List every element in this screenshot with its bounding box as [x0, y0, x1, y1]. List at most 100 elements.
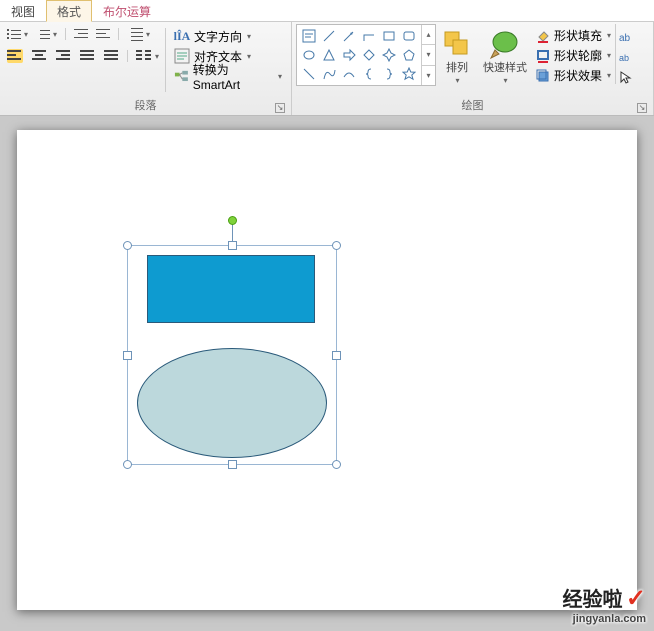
shape-arrow[interactable] — [339, 27, 358, 45]
shape-fill-button[interactable]: 形状填充 ▾ — [534, 26, 613, 45]
convert-smartart-label: 转换为 SmartArt — [193, 61, 273, 92]
shape-freeform[interactable] — [339, 65, 358, 83]
align-right-icon — [55, 49, 71, 63]
group-title-paragraph: 段落 ↘ — [4, 96, 287, 115]
shape-curve[interactable] — [319, 65, 338, 83]
shape-textbox[interactable] — [299, 27, 318, 45]
find-icon[interactable]: ab — [618, 30, 632, 44]
group-drawing: ▴ ▾ ▾ 排列▾ 快速样式▾ — [292, 22, 654, 115]
replace-icon[interactable]: ab — [618, 50, 632, 64]
group-paragraph: ▾ ▾ — [0, 22, 292, 115]
svg-text:ab: ab — [619, 53, 629, 63]
shape-elbow[interactable] — [359, 27, 378, 45]
align-justify-button[interactable] — [76, 46, 98, 66]
chevron-down-icon: ▾ — [278, 72, 282, 81]
align-left-icon — [7, 49, 23, 63]
shape-star[interactable] — [400, 65, 419, 83]
shape-ellipse[interactable] — [299, 46, 318, 64]
quick-styles-button[interactable]: 快速样式▾ — [478, 24, 532, 90]
paragraph-dialog-launcher[interactable]: ↘ — [275, 103, 285, 113]
drawing-dialog-launcher[interactable]: ↘ — [637, 103, 647, 113]
align-text-icon — [174, 48, 190, 64]
resize-handle-nw[interactable] — [123, 241, 132, 250]
gallery-expand[interactable]: ▾ — [422, 66, 435, 85]
shape-fill-label: 形状填充 — [554, 27, 602, 44]
columns-button[interactable]: ▾ — [133, 46, 162, 66]
align-center-button[interactable] — [28, 46, 50, 66]
rotation-handle[interactable] — [228, 216, 237, 225]
tab-boolean[interactable]: 布尔运算 — [92, 0, 162, 21]
convert-smartart-button[interactable]: 转换为 SmartArt ▾ — [169, 66, 287, 86]
quick-styles-icon — [489, 28, 521, 60]
increase-indent-icon — [96, 27, 110, 41]
line-spacing-button[interactable]: ▾ — [124, 24, 153, 44]
shape-outline-icon — [536, 49, 550, 63]
text-direction-label: 文字方向 — [194, 28, 242, 45]
shape-effects-label: 形状效果 — [554, 67, 602, 84]
align-right-button[interactable] — [52, 46, 74, 66]
shape-4point-star[interactable] — [380, 46, 399, 64]
slide-canvas[interactable] — [17, 130, 637, 610]
shape-triangle[interactable] — [319, 46, 338, 64]
text-direction-button[interactable]: lÎA 文字方向 ▾ — [169, 26, 287, 46]
gallery-scroll-down[interactable]: ▾ — [422, 45, 435, 65]
shape-brace-left[interactable] — [359, 65, 378, 83]
shape-diamond[interactable] — [359, 46, 378, 64]
chevron-down-icon: ▾ — [247, 52, 251, 61]
chevron-down-icon: ▾ — [503, 76, 507, 85]
shape-pentagon[interactable] — [400, 46, 419, 64]
resize-handle-sw[interactable] — [123, 460, 132, 469]
shape-rounded-rect[interactable] — [400, 27, 419, 45]
columns-icon — [136, 49, 152, 63]
gallery-scroll-up[interactable]: ▴ — [422, 25, 435, 45]
arrange-button[interactable]: 排列▾ — [436, 24, 478, 90]
shape-line2[interactable] — [299, 65, 318, 83]
shape-right-arrow[interactable] — [339, 46, 358, 64]
shape-effects-icon — [536, 69, 550, 83]
group-title-drawing: 绘图 ↘ — [296, 96, 649, 115]
bullets-icon — [7, 27, 21, 41]
ribbon-tabs: 视图 格式 布尔运算 — [0, 0, 654, 22]
smartart-icon — [174, 68, 189, 84]
chevron-down-icon: ▾ — [155, 52, 159, 61]
resize-handle-ne[interactable] — [332, 241, 341, 250]
shapes-gallery[interactable]: ▴ ▾ ▾ — [296, 24, 436, 86]
chevron-down-icon: ▾ — [607, 51, 611, 60]
tab-format[interactable]: 格式 — [46, 0, 92, 22]
numbering-button[interactable]: ▾ — [33, 24, 60, 44]
resize-handle-w[interactable] — [123, 351, 132, 360]
workspace — [0, 116, 654, 631]
ribbon: ▾ ▾ — [0, 22, 654, 116]
decrease-indent-button[interactable] — [71, 24, 91, 44]
tab-view[interactable]: 视图 — [0, 0, 46, 21]
align-distribute-icon — [103, 49, 119, 63]
shape-outline-button[interactable]: 形状轮廓 ▾ — [534, 46, 613, 65]
align-center-icon — [31, 49, 47, 63]
text-direction-icon: lÎA — [174, 28, 190, 44]
shape-rectangle-instance[interactable] — [147, 255, 315, 323]
increase-indent-button[interactable] — [93, 24, 113, 44]
shape-brace-right[interactable] — [380, 65, 399, 83]
svg-text:ab: ab — [619, 33, 631, 44]
shape-fill-icon — [536, 29, 550, 43]
numbering-icon — [36, 27, 50, 41]
resize-handle-se[interactable] — [332, 460, 341, 469]
shape-ellipse-instance[interactable] — [137, 348, 327, 458]
line-spacing-icon — [127, 26, 143, 42]
arrange-icon — [441, 28, 473, 60]
align-left-button[interactable] — [4, 46, 26, 66]
select-icon[interactable] — [618, 70, 632, 84]
chevron-down-icon: ▾ — [53, 30, 57, 39]
bullets-button[interactable]: ▾ — [4, 24, 31, 44]
resize-handle-e[interactable] — [332, 351, 341, 360]
align-distribute-button[interactable] — [100, 46, 122, 66]
shape-rectangle[interactable] — [380, 27, 399, 45]
chevron-down-icon: ▾ — [607, 31, 611, 40]
resize-handle-n[interactable] — [228, 241, 237, 250]
decrease-indent-icon — [74, 27, 88, 41]
chevron-down-icon: ▾ — [455, 76, 459, 85]
chevron-down-icon: ▾ — [607, 71, 611, 80]
shape-effects-button[interactable]: 形状效果 ▾ — [534, 66, 613, 85]
resize-handle-s[interactable] — [228, 460, 237, 469]
shape-line[interactable] — [319, 27, 338, 45]
